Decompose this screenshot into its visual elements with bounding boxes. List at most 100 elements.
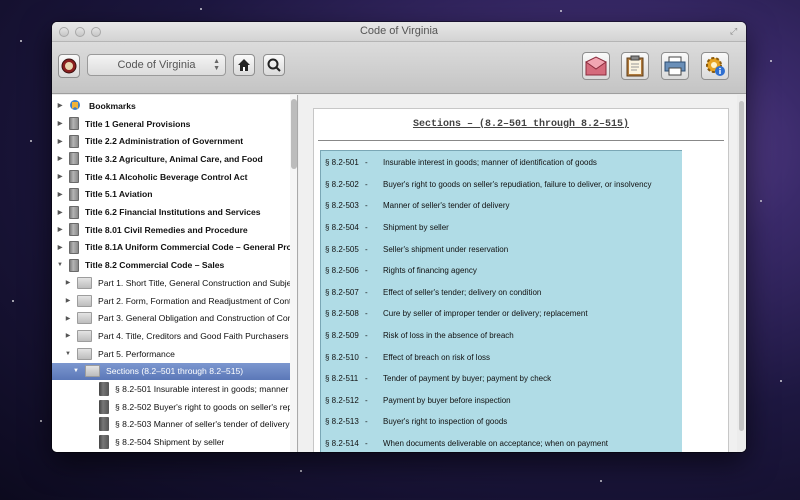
sidebar-item[interactable]: ▶ Part 3. General Obligation and Construc… xyxy=(52,309,290,327)
code-selector-popup[interactable]: Code of Virginia ▲ ▼ xyxy=(87,54,226,76)
print-button[interactable] xyxy=(661,52,689,80)
section-number[interactable]: § 8.2-503 xyxy=(321,201,365,210)
disclosure-closed-icon[interactable]: ▶ xyxy=(56,226,64,233)
title-bar[interactable]: Code of Virginia ⤢ xyxy=(52,22,746,42)
disclosure-closed-icon[interactable]: ▶ xyxy=(56,209,64,216)
sidebar-item[interactable]: § 8.2-505 Seller's shipment under reserv… xyxy=(52,451,290,452)
disclosure-closed-icon[interactable]: ▶ xyxy=(64,332,72,339)
section-title-link[interactable]: Buyer's right to goods on seller's repud… xyxy=(383,180,681,189)
sidebar-item[interactable]: ▶ Title 1 General Provisions xyxy=(52,115,290,133)
section-title-link[interactable]: Buyer's right to inspection of goods xyxy=(383,417,681,426)
section-title-link[interactable]: Seller's shipment under reservation xyxy=(383,245,681,254)
section-row[interactable]: § 8.2-507- Effect of seller's tender; del… xyxy=(321,282,681,304)
clipboard-button[interactable] xyxy=(621,52,649,80)
section-row[interactable]: § 8.2-502- Buyer's right to goods on sell… xyxy=(321,174,681,196)
section-number[interactable]: § 8.2-512 xyxy=(321,396,365,405)
sidebar-item-label: § 8.2-503 Manner of seller's tender of d… xyxy=(115,419,290,430)
section-separator: - xyxy=(365,374,368,384)
section-number[interactable]: § 8.2-502 xyxy=(321,180,365,189)
section-row[interactable]: § 8.2-509- Risk of loss in the absence of… xyxy=(321,325,681,347)
section-row[interactable]: § 8.2-513- Buyer's right to inspection of… xyxy=(321,411,681,433)
home-button[interactable] xyxy=(233,54,255,76)
disclosure-closed-icon[interactable]: ▶ xyxy=(56,244,64,251)
scrollbar-thumb[interactable] xyxy=(291,99,297,169)
sidebar-item[interactable]: ▶ Title 4.1 Alcoholic Beverage Control Ac… xyxy=(52,168,290,186)
section-row[interactable]: § 8.2-506- Rights of financing agency xyxy=(321,260,681,282)
section-row[interactable]: § 8.2-511- Tender of payment by buyer; pa… xyxy=(321,368,681,390)
sidebar-item[interactable]: ▼ Part 5. Performance xyxy=(52,345,290,363)
disclosure-open-icon[interactable]: ▼ xyxy=(72,368,80,374)
section-title-link[interactable]: Risk of loss in the absence of breach xyxy=(383,331,681,340)
section-title-link[interactable]: Insurable interest in goods; manner of i… xyxy=(383,158,681,167)
sidebar-item[interactable]: ▶ Bookmarks xyxy=(52,97,290,115)
section-title-link[interactable]: Payment by buyer before inspection xyxy=(383,396,681,405)
home-icon xyxy=(238,59,250,71)
fullscreen-icon[interactable]: ⤢ xyxy=(730,26,740,36)
disclosure-closed-icon[interactable]: ▶ xyxy=(64,279,72,286)
content-scrollbar[interactable] xyxy=(737,95,746,452)
sidebar-item[interactable]: ▶ Part 1. Short Title, General Constructi… xyxy=(52,274,290,292)
section-number[interactable]: § 8.2-501 xyxy=(321,158,365,167)
sidebar-item[interactable]: ▶ Title 8.01 Civil Remedies and Procedure xyxy=(52,221,290,239)
scrollbar-thumb[interactable] xyxy=(739,101,744,431)
section-number[interactable]: § 8.2-504 xyxy=(321,223,365,232)
disclosure-closed-icon[interactable]: ▶ xyxy=(64,297,72,304)
section-row[interactable]: § 8.2-514- When documents deliverable on … xyxy=(321,433,681,452)
sidebar-item[interactable]: ▶ Part 2. Form, Formation and Readjustmen… xyxy=(52,292,290,310)
section-title-link[interactable]: Manner of seller's tender of delivery xyxy=(383,201,681,210)
section-title-link[interactable]: Effect of seller's tender; delivery on c… xyxy=(383,288,681,297)
section-number[interactable]: § 8.2-508 xyxy=(321,309,365,318)
sidebar-scrollbar[interactable] xyxy=(290,95,297,452)
disclosure-closed-icon[interactable]: ▶ xyxy=(56,120,64,127)
section-title-link[interactable]: Tender of payment by buyer; payment by c… xyxy=(383,374,681,383)
section-row[interactable]: § 8.2-504- Shipment by seller xyxy=(321,217,681,239)
disclosure-open-icon[interactable]: ▼ xyxy=(56,262,64,268)
disclosure-closed-icon[interactable]: ▶ xyxy=(56,138,64,145)
section-separator: - xyxy=(365,309,368,319)
sidebar-item[interactable]: ▶ Title 2.2 Administration of Government xyxy=(52,132,290,150)
section-row[interactable]: § 8.2-512- Payment by buyer before inspec… xyxy=(321,390,681,412)
section-number[interactable]: § 8.2-513 xyxy=(321,417,365,426)
search-button[interactable] xyxy=(263,54,285,76)
section-number[interactable]: § 8.2-511 xyxy=(321,374,365,383)
sidebar-item[interactable]: ▶ Title 5.1 Aviation xyxy=(52,186,290,204)
settings-button[interactable] xyxy=(701,52,729,80)
disclosure-open-icon[interactable]: ▼ xyxy=(64,351,72,357)
section-row[interactable]: § 8.2-505- Seller's shipment under reserv… xyxy=(321,238,681,260)
sidebar-item[interactable]: ▶ Title 8.1A Uniform Commercial Code – Ge… xyxy=(52,239,290,257)
app-seal-icon[interactable] xyxy=(58,54,80,78)
sidebar-item[interactable]: ▼ Sections (8.2–501 through 8.2–515) xyxy=(52,362,290,381)
disclosure-closed-icon[interactable]: ▶ xyxy=(64,315,72,322)
section-number[interactable]: § 8.2-510 xyxy=(321,353,365,362)
sidebar-item[interactable]: ▼ Title 8.2 Commercial Code – Sales xyxy=(52,256,290,274)
disclosure-closed-icon[interactable]: ▶ xyxy=(56,155,64,162)
section-row[interactable]: § 8.2-510- Effect of breach on risk of lo… xyxy=(321,346,681,368)
email-button[interactable] xyxy=(582,52,610,80)
section-separator: - xyxy=(365,158,368,168)
section-row[interactable]: § 8.2-503- Manner of seller's tender of d… xyxy=(321,195,681,217)
disclosure-closed-icon[interactable]: ▶ xyxy=(56,102,64,109)
sidebar-item[interactable]: § 8.2-501 Insurable interest in goods; m… xyxy=(52,380,290,398)
section-title-link[interactable]: Shipment by seller xyxy=(383,223,681,232)
sidebar-item[interactable]: ▶ Title 6.2 Financial Institutions and Se… xyxy=(52,203,290,221)
section-row[interactable]: § 8.2-508- Cure by seller of improper ten… xyxy=(321,303,681,325)
section-title-link[interactable]: Effect of breach on risk of loss xyxy=(383,353,681,362)
section-title-link[interactable]: Cure by seller of improper tender or del… xyxy=(383,309,681,318)
disclosure-closed-icon[interactable]: ▶ xyxy=(56,191,64,198)
sidebar-item[interactable]: § 8.2-503 Manner of seller's tender of d… xyxy=(52,416,290,434)
sidebar-item[interactable]: ▶ Part 4. Title, Creditors and Good Faith… xyxy=(52,327,290,345)
sidebar-item[interactable]: § 8.2-502 Buyer's right to goods on sell… xyxy=(52,398,290,416)
folder-icon xyxy=(77,294,92,307)
outline-sidebar[interactable]: ▶ Bookmarks ▶ Title 1 General Provisions ▶ Ti… xyxy=(52,95,298,452)
section-number[interactable]: § 8.2-506 xyxy=(321,266,365,275)
sidebar-item[interactable]: § 8.2-504 Shipment by seller xyxy=(52,433,290,451)
disclosure-closed-icon[interactable]: ▶ xyxy=(56,173,64,180)
section-title-link[interactable]: Rights of financing agency xyxy=(383,266,681,275)
section-row[interactable]: § 8.2-501- Insurable interest in goods; m… xyxy=(321,152,681,174)
section-number[interactable]: § 8.2-514 xyxy=(321,439,365,448)
section-number[interactable]: § 8.2-507 xyxy=(321,288,365,297)
section-number[interactable]: § 8.2-505 xyxy=(321,245,365,254)
section-title-link[interactable]: When documents deliverable on acceptance… xyxy=(383,439,681,448)
section-number[interactable]: § 8.2-509 xyxy=(321,331,365,340)
sidebar-item[interactable]: ▶ Title 3.2 Agriculture, Animal Care, and… xyxy=(52,150,290,168)
